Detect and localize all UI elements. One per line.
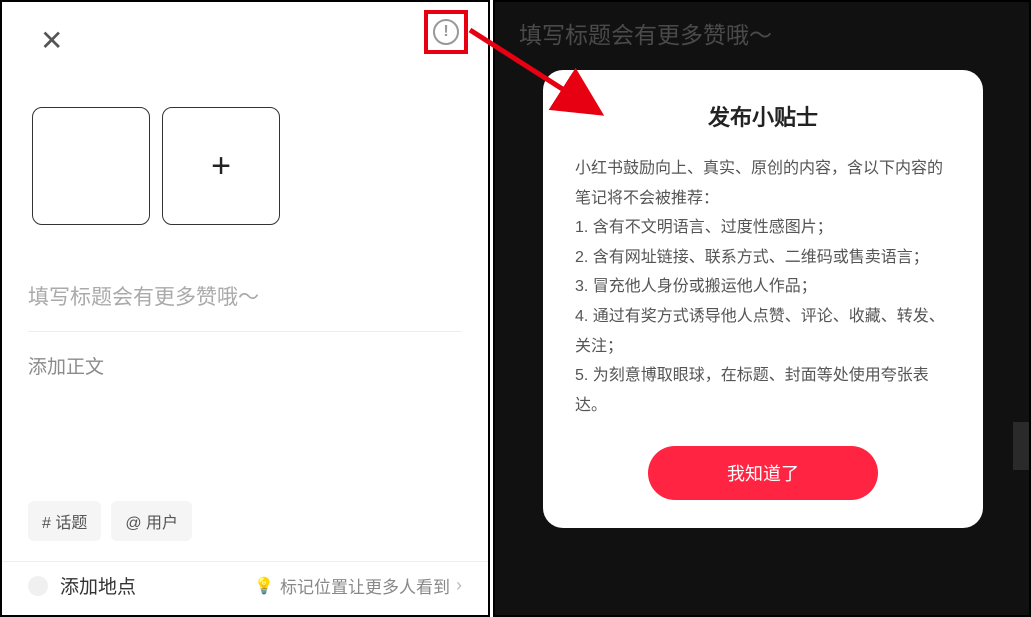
location-hint-text: 标记位置让更多人看到 (280, 573, 450, 598)
add-location-label: 添加地点 (60, 572, 136, 599)
modal-rule: 5. 为刻意博取眼球，在标题、封面等处使用夸张表达。 (575, 361, 951, 420)
tips-icon-highlight: ! (424, 10, 468, 54)
location-icon (28, 576, 48, 596)
chevron-right-icon: › (456, 575, 462, 596)
modal-title: 发布小贴士 (575, 100, 951, 132)
post-editor-panel: ✕ ! + 填写标题会有更多赞哦～ 添加正文 # 话题 @ 用户 添加地点 💡 … (0, 0, 490, 617)
modal-rule: 2. 含有网址链接、联系方式、二维码或售卖语言； (575, 243, 951, 273)
modal-rule: 3. 冒充他人身份或搬运他人作品； (575, 272, 951, 302)
close-icon[interactable]: ✕ (40, 24, 63, 57)
title-input[interactable]: 填写标题会有更多赞哦～ (28, 281, 462, 332)
image-thumbnail[interactable] (32, 107, 150, 225)
modal-body: 小红书鼓励向上、真实、原创的内容，含以下内容的笔记将不会被推荐： 1. 含有不文… (575, 154, 951, 420)
image-thumbnails: + (32, 107, 462, 225)
ok-button[interactable]: 我知道了 (648, 446, 878, 500)
modal-rule: 1. 含有不文明语言、过度性感图片； (575, 213, 951, 243)
tag-row: # 话题 @ 用户 (28, 501, 192, 541)
location-hint: 💡 标记位置让更多人看到 › (254, 573, 462, 598)
tips-modal-panel: 填写标题会有更多赞哦～ 发布小贴士 小红书鼓励向上、真实、原创的内容，含以下内容… (493, 0, 1031, 617)
side-tab (1013, 422, 1029, 470)
topic-tag-button[interactable]: # 话题 (28, 501, 101, 541)
info-icon[interactable]: ! (433, 19, 459, 45)
bg-title-placeholder: 填写标题会有更多赞哦～ (495, 2, 1029, 50)
location-row[interactable]: 添加地点 💡 标记位置让更多人看到 › (2, 561, 488, 603)
body-input[interactable]: 添加正文 (28, 352, 462, 379)
modal-rule: 4. 通过有奖方式诱导他人点赞、评论、收藏、转发、关注； (575, 302, 951, 361)
plus-icon: + (211, 147, 231, 186)
add-image-button[interactable]: + (162, 107, 280, 225)
mention-user-button[interactable]: @ 用户 (111, 501, 192, 541)
modal-intro: 小红书鼓励向上、真实、原创的内容，含以下内容的笔记将不会被推荐： (575, 154, 951, 213)
lightbulb-icon: 💡 (254, 576, 274, 596)
tips-modal: 发布小贴士 小红书鼓励向上、真实、原创的内容，含以下内容的笔记将不会被推荐： 1… (543, 70, 983, 528)
